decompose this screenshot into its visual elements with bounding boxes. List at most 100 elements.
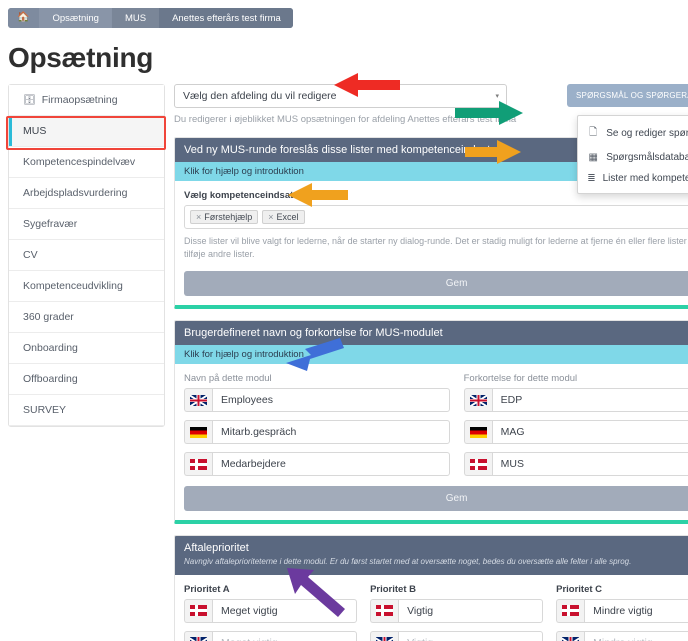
priority-a-row-en: Meget vigtig [184, 630, 358, 641]
panel-header-subtitle: Navngiv aftaleprioriteterne i dette modu… [184, 557, 632, 567]
priority-b-input-en[interactable]: Vigtig [398, 630, 544, 641]
module-name-column: Navn på dette modul Employees Mitarb.ges… [184, 373, 450, 477]
priority-c-input-dk[interactable]: Mindre vigtig [584, 598, 688, 623]
priority-c-row-en: Mindre vigtig [556, 630, 688, 641]
questions-dropdown-label: SPØRGSMÅL OG SPØRGERAMMER [576, 91, 688, 100]
sidebar-item-survey[interactable]: SURVEY [9, 395, 164, 426]
panel-help-label: Klik for hjælp og introduktion [184, 349, 304, 361]
tag-label: Førstehjælp [204, 212, 253, 223]
sidebar-item-onboarding[interactable]: Onboarding [9, 333, 164, 364]
save-button-module-name[interactable]: Gem [184, 486, 688, 512]
menu-item-label: Se og rediger spørgerammer [606, 128, 688, 139]
module-name-input-en[interactable]: Employees [212, 388, 450, 413]
sidebar-item-label: Kompetencespindelvæv [23, 156, 136, 168]
module-name-input-dk[interactable]: Medarbejdere [212, 452, 450, 477]
priority-a-row-dk: Meget vigtig [184, 598, 358, 623]
sidebar-item-label: Onboarding [23, 342, 78, 354]
flag-dk-icon [184, 452, 212, 477]
module-name-input-de[interactable]: Mitarb.gespräch [212, 420, 450, 445]
sidebar-item-arbejdspladsvurdering[interactable]: Arbejdspladsvurdering [9, 178, 164, 209]
sidebar-item-label: MUS [23, 125, 47, 137]
breadcrumb-item-company[interactable]: Anettes efterårs test firma [158, 8, 293, 28]
sidebar-item-mus[interactable]: MUS [9, 116, 164, 147]
priority-b-input-dk[interactable]: Vigtig [398, 598, 544, 623]
panel-body: Prioritet A Meget vigtig Meget vigtig [175, 575, 688, 641]
sidebar-item-label: CV [23, 249, 38, 261]
questions-dropdown-button[interactable]: SPØRGSMÅL OG SPØRGERAMMER ▼ [567, 84, 688, 107]
department-select[interactable]: Vælg den afdeling du vil redigere ▾ [174, 84, 507, 108]
menu-item-lister-med-kompetenceindsatser[interactable]: ≣ Lister med kompetenceindsatser [578, 168, 688, 189]
tag-chip[interactable]: × Førstehjælp [190, 210, 259, 225]
panel-header-title: Aftaleprioritet [184, 542, 249, 555]
menu-item-spoergsmaalsdatabase[interactable]: ▦ Spørgsmålsdatabase [578, 147, 688, 168]
sidebar-item-label: SURVEY [23, 404, 66, 416]
sidebar-item-offboarding[interactable]: Offboarding [9, 364, 164, 395]
breadcrumb-item-opsaetning[interactable]: Opsætning [38, 8, 111, 28]
sidebar: 🗄 Firmaopsætning MUS Kompetencespindelvæ… [6, 84, 166, 427]
sidebar-item-kompetenceudvikling[interactable]: Kompetenceudvikling [9, 271, 164, 302]
panel-header: Aftaleprioritet Navngiv aftaleprioritete… [175, 536, 688, 575]
department-select-value: Vælg den afdeling du vil redigere [183, 90, 337, 102]
module-name-columns: Navn på dette modul Employees Mitarb.ges… [184, 373, 688, 477]
priority-b-row-dk: Vigtig [370, 598, 544, 623]
save-button-lists[interactable]: Gem [184, 271, 688, 297]
priority-a-input-dk[interactable]: Meget vigtig [212, 598, 358, 623]
breadcrumb-home[interactable]: 🏠 [8, 8, 39, 28]
breadcrumb-label: Anettes efterårs test firma [172, 12, 281, 24]
sidebar-item-360-grader[interactable]: 360 grader [9, 302, 164, 333]
database-icon: ▦ [588, 152, 598, 163]
sidebar-item-label: Sygefravær [23, 218, 78, 230]
flag-dk-icon [184, 598, 212, 623]
panel-body: Navn på dette modul Employees Mitarb.ges… [175, 364, 688, 520]
priority-column-c: Prioritet C Mindre vigtig Mindre vigtig [556, 584, 688, 641]
breadcrumb-wrapper: 🏠 Opsætning MUS Anettes efterårs test fi… [0, 0, 688, 28]
panel-aftaleprioritet: Aftaleprioritet Navngiv aftaleprioritete… [174, 535, 688, 641]
list-icon: ≣ [587, 173, 596, 184]
module-abbrev-input-en[interactable]: EDP [491, 388, 688, 413]
flag-dk-icon [370, 598, 399, 623]
toolbar-row: Vælg den afdeling du vil redigere ▾ Du r… [174, 84, 688, 194]
sidebar-item-firmaopsaetning[interactable]: 🗄 Firmaopsætning [9, 85, 164, 116]
tag-chip[interactable]: × Excel [262, 210, 305, 225]
sidebar-item-cv[interactable]: CV [9, 240, 164, 271]
flag-gb-icon [556, 630, 585, 641]
priority-b-row-en: Vigtig [370, 630, 544, 641]
kompetenceindsatser-tag-input[interactable]: × Førstehjælp × Excel [184, 205, 688, 230]
sidebar-item-kompetencespindelvaev[interactable]: Kompetencespindelvæv [9, 147, 164, 178]
sidebar-item-label: Kompetenceudvikling [23, 280, 123, 292]
sidebar-item-label: 360 grader [23, 311, 74, 323]
module-abbrev-row-en: EDP [463, 388, 688, 413]
priority-c-input-en[interactable]: Mindre vigtig [584, 630, 688, 641]
sidebar-item-sygefravaer[interactable]: Sygefravær [9, 209, 164, 240]
department-helper-text: Du redigerer i øjeblikket MUS opsætninge… [174, 114, 517, 125]
panel-help-bar[interactable]: Klik for hjælp og introduktion i [175, 345, 688, 365]
module-name-row-de: Mitarb.gespräch [184, 420, 450, 445]
breadcrumb-item-mus[interactable]: MUS [110, 8, 159, 28]
sidebar-item-label: Arbejdspladsvurdering [23, 187, 128, 199]
panel-help-label: Klik for hjælp og introduktion [184, 166, 304, 178]
module-abbrev-input-dk[interactable]: MUS [491, 452, 688, 477]
menu-item-label: Lister med kompetenceindsatser [602, 173, 688, 184]
priority-a-input-en[interactable]: Meget vigtig [212, 630, 358, 641]
field-label-forkortelse: Forkortelse for dette modul [463, 373, 578, 385]
flag-gb-icon [184, 388, 212, 413]
flag-de-icon [463, 420, 492, 445]
sidebar-item-label: Offboarding [23, 373, 78, 385]
priority-label-a: Prioritet A [184, 583, 230, 595]
module-abbrev-input-de[interactable]: MAG [491, 420, 688, 445]
page-root: 🏠 Opsætning MUS Anettes efterårs test fi… [0, 0, 688, 641]
breadcrumb: 🏠 Opsætning MUS Anettes efterårs test fi… [8, 8, 293, 28]
flag-gb-icon [184, 630, 212, 641]
flag-dk-icon [463, 452, 492, 477]
menu-item-se-og-rediger-spoergerammer[interactable]: 🗋 Se og rediger spørgerammer [578, 120, 688, 147]
flag-dk-icon [556, 598, 585, 623]
flag-de-icon [184, 420, 212, 445]
menu-item-label: Spørgsmålsdatabase [606, 152, 688, 163]
page-title: Opsætning [8, 42, 154, 73]
remove-tag-icon[interactable]: × [268, 212, 273, 222]
home-icon: 🏠 [17, 12, 30, 23]
questions-dropdown-wrapper: SPØRGSMÅL OG SPØRGERAMMER ▼ 🗋 Se og redi… [567, 84, 688, 194]
priority-c-row-dk: Mindre vigtig [556, 598, 688, 623]
remove-tag-icon[interactable]: × [196, 212, 201, 222]
chevron-down-icon: ▾ [495, 93, 499, 100]
